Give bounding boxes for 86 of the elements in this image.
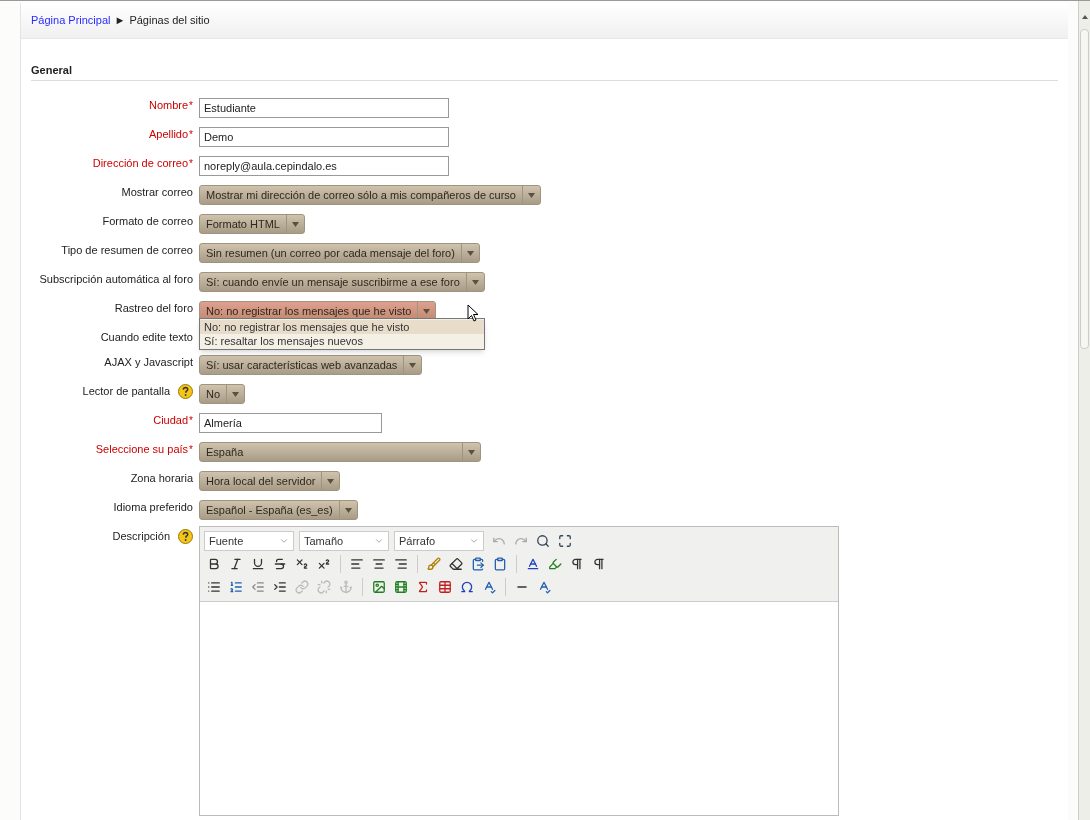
table-icon [438, 580, 452, 594]
field-label: Tipo de resumen de correo [61, 243, 193, 258]
field-label: Ciudad* [153, 413, 193, 428]
link-icon [295, 580, 309, 594]
strikethrough-icon [273, 557, 287, 571]
breadcrumb-link[interactable]: Página Principal [31, 12, 111, 29]
field-label: Nombre* [148, 98, 193, 113]
numbered-list-icon [229, 580, 243, 594]
field-label: Descripción [112, 529, 170, 544]
select-field[interactable]: Sí: cuando envíe un mensaje suscribirme a ese foro [199, 272, 485, 293]
field-label: Dirección de correo* [92, 156, 193, 171]
toolbar-dropdown[interactable]: Fuente [204, 531, 294, 551]
unlink-icon [317, 580, 331, 594]
text-color-icon [526, 557, 540, 571]
bold-icon [207, 557, 221, 571]
media-icon [394, 580, 408, 594]
field-label: AJAX y Javascript [104, 355, 193, 370]
select-field[interactable]: Sí: usar características web avanzadas [199, 355, 423, 376]
field-label: Cuando edite texto [100, 330, 193, 345]
dropdown-arrow-icon [232, 391, 240, 397]
cursor-icon [467, 304, 479, 322]
dropdown-arrow-icon [327, 478, 335, 484]
subscript-icon [295, 557, 309, 571]
omega-icon [460, 580, 474, 594]
text-field[interactable]: Demo [199, 127, 449, 147]
field-label: Zona horaria [130, 471, 193, 486]
scroll-up-icon[interactable] [1081, 15, 1088, 19]
field-label: Lector de pantalla [82, 384, 170, 399]
select-field[interactable]: Formato HTML [199, 214, 305, 235]
highlight-icon [548, 557, 562, 571]
dropdown-arrow-icon [344, 507, 352, 513]
caret-icon [374, 536, 384, 546]
align-right-icon [394, 557, 408, 571]
breadcrumb-current: Páginas del sitio [129, 13, 210, 29]
superscript-icon [317, 557, 331, 571]
dropdown-arrow-icon [423, 308, 431, 314]
toolbar-dropdown[interactable]: Párrafo [394, 531, 484, 551]
scrollbar[interactable] [1078, 1, 1090, 820]
select-field[interactable]: No [199, 384, 246, 405]
field-label: Rastreo del foro [114, 301, 193, 316]
fullscreen-icon [558, 534, 572, 548]
section-title: General [31, 62, 72, 78]
select-field[interactable]: Español - España (es_es) [199, 500, 358, 521]
field-label: Mostrar correo [121, 185, 193, 200]
indent-icon [273, 580, 287, 594]
paste-icon [471, 557, 485, 571]
select-field[interactable]: Sin resumen (un correo por cada mensaje del foro) [199, 243, 480, 264]
align-center-icon [372, 557, 386, 571]
dropdown-arrow-icon [468, 449, 475, 455]
dropdown-arrow-icon [471, 279, 479, 285]
dropdown-arrow-icon [409, 362, 417, 368]
spellcheck-icon [482, 580, 496, 594]
anchor-icon [339, 580, 353, 594]
field-label: Apellido* [148, 127, 193, 142]
outdent-icon [251, 580, 265, 594]
italic-icon [229, 557, 243, 571]
bullet-list-icon [207, 580, 221, 594]
help-icon[interactable] [178, 529, 193, 544]
breadcrumb-separator: ► [114, 13, 126, 29]
dropdown-option[interactable]: Sí: resaltar los mensajes nuevos [200, 334, 484, 348]
text-field[interactable]: Almería [199, 413, 382, 433]
scrollbar-thumb[interactable] [1080, 29, 1089, 349]
find-icon [536, 534, 550, 548]
dropdown-option[interactable]: No: no registrar los mensajes que he visto [200, 320, 484, 334]
dropdown-arrow-icon [466, 250, 474, 256]
help-icon[interactable] [178, 384, 193, 399]
field-label: Formato de correo [102, 214, 193, 229]
eraser-icon [449, 557, 463, 571]
field-label: Seleccione su país* [95, 442, 193, 457]
image-icon [372, 580, 386, 594]
toolbar-dropdown[interactable]: Tamaño [299, 531, 389, 551]
align-left-icon [350, 557, 364, 571]
field-label: Subscripción automática al foro [39, 272, 193, 287]
dropdown-arrow-icon [291, 221, 299, 227]
field-label: Idioma preferido [113, 500, 193, 515]
caret-icon [469, 536, 479, 546]
select-field[interactable]: Hora local del servidor [199, 471, 341, 492]
select-field[interactable]: España [199, 442, 481, 463]
spell-icon [537, 580, 551, 594]
text-field[interactable]: Estudiante [199, 98, 449, 118]
caret-icon [279, 536, 289, 546]
select-field[interactable]: Mostrar mi dirección de correo sólo a mis compañeros de curso [199, 185, 541, 206]
brush-icon [427, 557, 441, 571]
underline-icon [251, 557, 265, 571]
text-field[interactable]: noreply@aula.cepindalo.es [199, 156, 449, 176]
dropdown-arrow-icon [527, 192, 535, 198]
